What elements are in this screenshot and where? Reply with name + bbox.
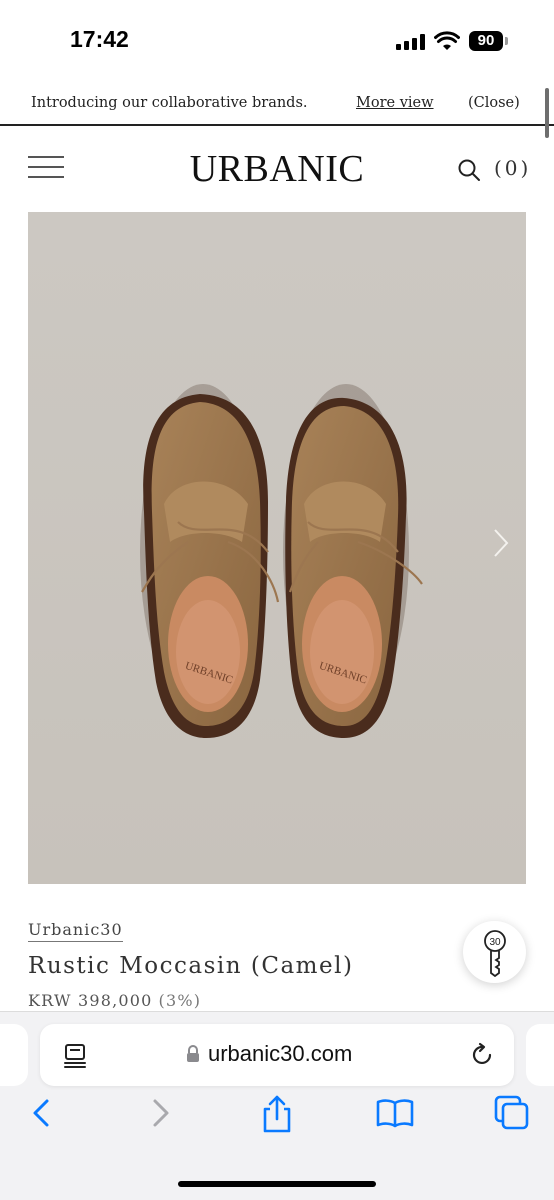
reader-icon[interactable] xyxy=(63,1043,87,1069)
moccasin-photo: URBANIC URBANIC xyxy=(28,212,526,884)
next-image-arrow[interactable] xyxy=(487,526,513,560)
site-header: URBANIC (0) xyxy=(0,128,554,212)
price-row: KRW 398,000 (3%) xyxy=(28,991,201,1010)
announcement-bar: Introducing our collaborative brands. Mo… xyxy=(0,84,554,126)
discount-rate: (3%) xyxy=(158,991,202,1010)
address-bar[interactable]: urbanic30.com xyxy=(40,1024,514,1086)
left-shoe: URBANIC xyxy=(140,384,280,738)
cart-count[interactable]: (0) xyxy=(494,156,531,180)
status-time: 17:42 xyxy=(70,26,129,52)
brand-link[interactable]: Urbanic30 xyxy=(28,920,123,942)
back-icon[interactable] xyxy=(22,1093,62,1133)
forward-icon[interactable] xyxy=(140,1093,180,1133)
wifi-icon xyxy=(434,31,460,50)
battery-tip xyxy=(505,37,508,45)
previous-tab-preview[interactable] xyxy=(0,1024,28,1086)
floating-key-button[interactable]: 30 xyxy=(463,921,526,983)
menu-icon[interactable] xyxy=(28,154,64,180)
price: KRW 398,000 xyxy=(28,991,153,1010)
announcement-text: Introducing our collaborative brands. xyxy=(31,95,308,111)
next-tab-preview[interactable] xyxy=(526,1024,554,1086)
search-icon[interactable] xyxy=(457,158,481,182)
battery-icon: 90 xyxy=(469,31,503,51)
product-image[interactable]: URBANIC URBANIC xyxy=(28,212,526,884)
share-icon[interactable] xyxy=(257,1093,297,1133)
lock-icon xyxy=(187,1045,199,1062)
bookmarks-icon[interactable] xyxy=(375,1093,415,1133)
cellular-signal-icon xyxy=(396,34,426,50)
key-label: 30 xyxy=(489,937,501,948)
close-announcement-button[interactable]: (Close) xyxy=(468,95,520,111)
tabs-icon[interactable] xyxy=(492,1093,532,1133)
more-view-link[interactable]: More view xyxy=(356,95,434,111)
key-icon: 30 xyxy=(484,930,506,977)
status-bar: 17:42 90 xyxy=(0,0,554,84)
product-name: Rustic Moccasin (Camel) xyxy=(28,953,354,979)
home-indicator xyxy=(178,1181,376,1187)
url-text: urbanic30.com xyxy=(208,1041,353,1066)
reload-icon[interactable] xyxy=(470,1042,496,1068)
site-logo[interactable]: URBANIC xyxy=(160,147,394,191)
